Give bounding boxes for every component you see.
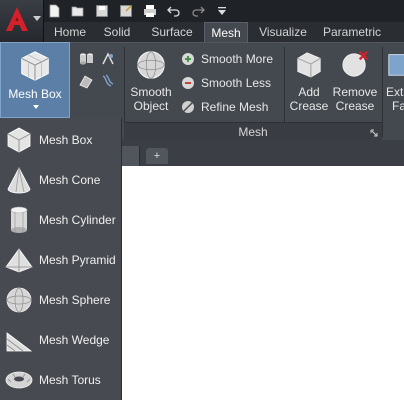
mesh-box-icon [7,127,31,153]
open-folder-icon[interactable] [68,1,88,21]
smooth-object-label-line1: Smooth [130,85,172,99]
tab-home[interactable]: Home [48,22,92,42]
chevron-down-icon [33,16,41,21]
ribbon-tab-bar: Home Solid Surface Mesh Visualize Parame… [44,22,404,42]
refine-mesh-button[interactable]: Refine Mesh [180,97,268,117]
mesh-ruled-icon[interactable] [78,73,94,89]
mesh-sphere-icon [6,287,32,313]
autocad-logo-icon [6,7,28,31]
panel-launcher-icon[interactable] [370,129,378,137]
redo-icon[interactable] [188,1,208,21]
tab-solid[interactable]: Solid [97,22,137,42]
dropdown-item-mesh-cylinder[interactable]: Mesh Cylinder [0,200,121,240]
smooth-less-label: Smooth Less [201,76,272,90]
dropdown-item-label: Mesh Cylinder [39,213,116,227]
mesh-wedge-icon [6,332,33,352]
add-crease-label-line2: Crease [289,99,329,113]
smooth-object-icon [137,51,165,79]
mesh-box-label: Mesh Box [8,87,62,101]
smooth-object-label-line2: Object [133,99,169,113]
smooth-less-button[interactable]: Smooth Less [180,73,271,93]
remove-crease-icon [342,51,368,77]
print-icon[interactable] [140,1,160,21]
dropdown-item-mesh-torus[interactable]: Mesh Torus [0,360,121,400]
dropdown-item-mesh-cone[interactable]: Mesh Cone [0,160,121,200]
undo-icon[interactable] [164,1,184,21]
smooth-less-icon [182,77,194,89]
smooth-more-button[interactable]: Smooth More [180,49,273,69]
smooth-object-button[interactable]: Smooth Object [126,49,176,119]
dropdown-item-mesh-sphere[interactable]: Mesh Sphere [0,280,121,320]
smooth-more-icon [182,53,194,65]
chevron-down-icon [33,105,39,109]
mesh-revolve-icon[interactable] [100,51,116,67]
dropdown-item-label: Mesh Box [39,133,93,147]
dropdown-item-label: Mesh Sphere [39,293,111,307]
refine-mesh-label: Refine Mesh [201,100,269,114]
refine-mesh-icon [182,101,194,113]
tab-surface[interactable]: Surface [145,22,199,42]
smooth-more-label: Smooth More [201,52,274,66]
new-tab-button[interactable]: + [146,148,168,164]
customize-dropdown-icon[interactable] [212,1,232,21]
extract-faces-label-line2: Fa [392,99,404,113]
application-menu-button[interactable] [0,0,44,42]
mesh-cone-icon [7,167,31,194]
mesh-cylinder-icon [10,206,28,233]
mesh-box-dropdown-button[interactable]: Mesh Box [0,42,70,118]
dropdown-item-mesh-pyramid[interactable]: Mesh Pyramid [0,240,121,280]
add-crease-button[interactable]: Add Crease [288,49,330,119]
save-as-icon[interactable] [116,1,136,21]
dropdown-item-label: Mesh Wedge [39,333,110,347]
remove-crease-button[interactable]: Remove Crease [330,49,380,119]
tab-parametric[interactable]: Parametric [320,22,384,42]
tab-mesh[interactable]: Mesh [204,22,248,42]
remove-crease-label-line1: Remove [332,85,378,99]
new-file-icon[interactable] [44,1,64,21]
add-crease-label-line1: Add [298,85,320,99]
save-icon[interactable] [92,1,112,21]
mesh-box-icon [21,51,49,81]
mesh-cylinder-small-icon[interactable] [78,51,94,67]
extract-faces-button[interactable]: Extr Fa [386,49,404,119]
remove-crease-label-line2: Crease [335,99,375,113]
tab-visualize[interactable]: Visualize [254,22,312,42]
document-tab[interactable] [122,146,140,166]
dropdown-item-label: Mesh Pyramid [39,253,116,267]
document-tab-strip: + [122,140,404,166]
extract-faces-icon [388,54,404,76]
mesh-primitives-dropdown: Mesh Box Mesh Cone Mesh Cylinder Mesh Py… [0,118,122,400]
mesh-panel-title[interactable]: Mesh [124,122,382,140]
mesh-pyramid-icon [5,248,33,273]
mesh-torus-icon [5,371,33,389]
mesh-edge-icon[interactable] [100,73,116,89]
add-crease-icon [297,52,321,78]
dropdown-item-label: Mesh Torus [39,373,101,387]
dropdown-item-mesh-box[interactable]: Mesh Box [0,120,121,160]
dropdown-item-mesh-wedge[interactable]: Mesh Wedge [0,320,121,360]
quick-access-toolbar [0,0,404,22]
extract-faces-label-line1: Extr [386,85,404,99]
dropdown-item-label: Mesh Cone [39,173,101,187]
